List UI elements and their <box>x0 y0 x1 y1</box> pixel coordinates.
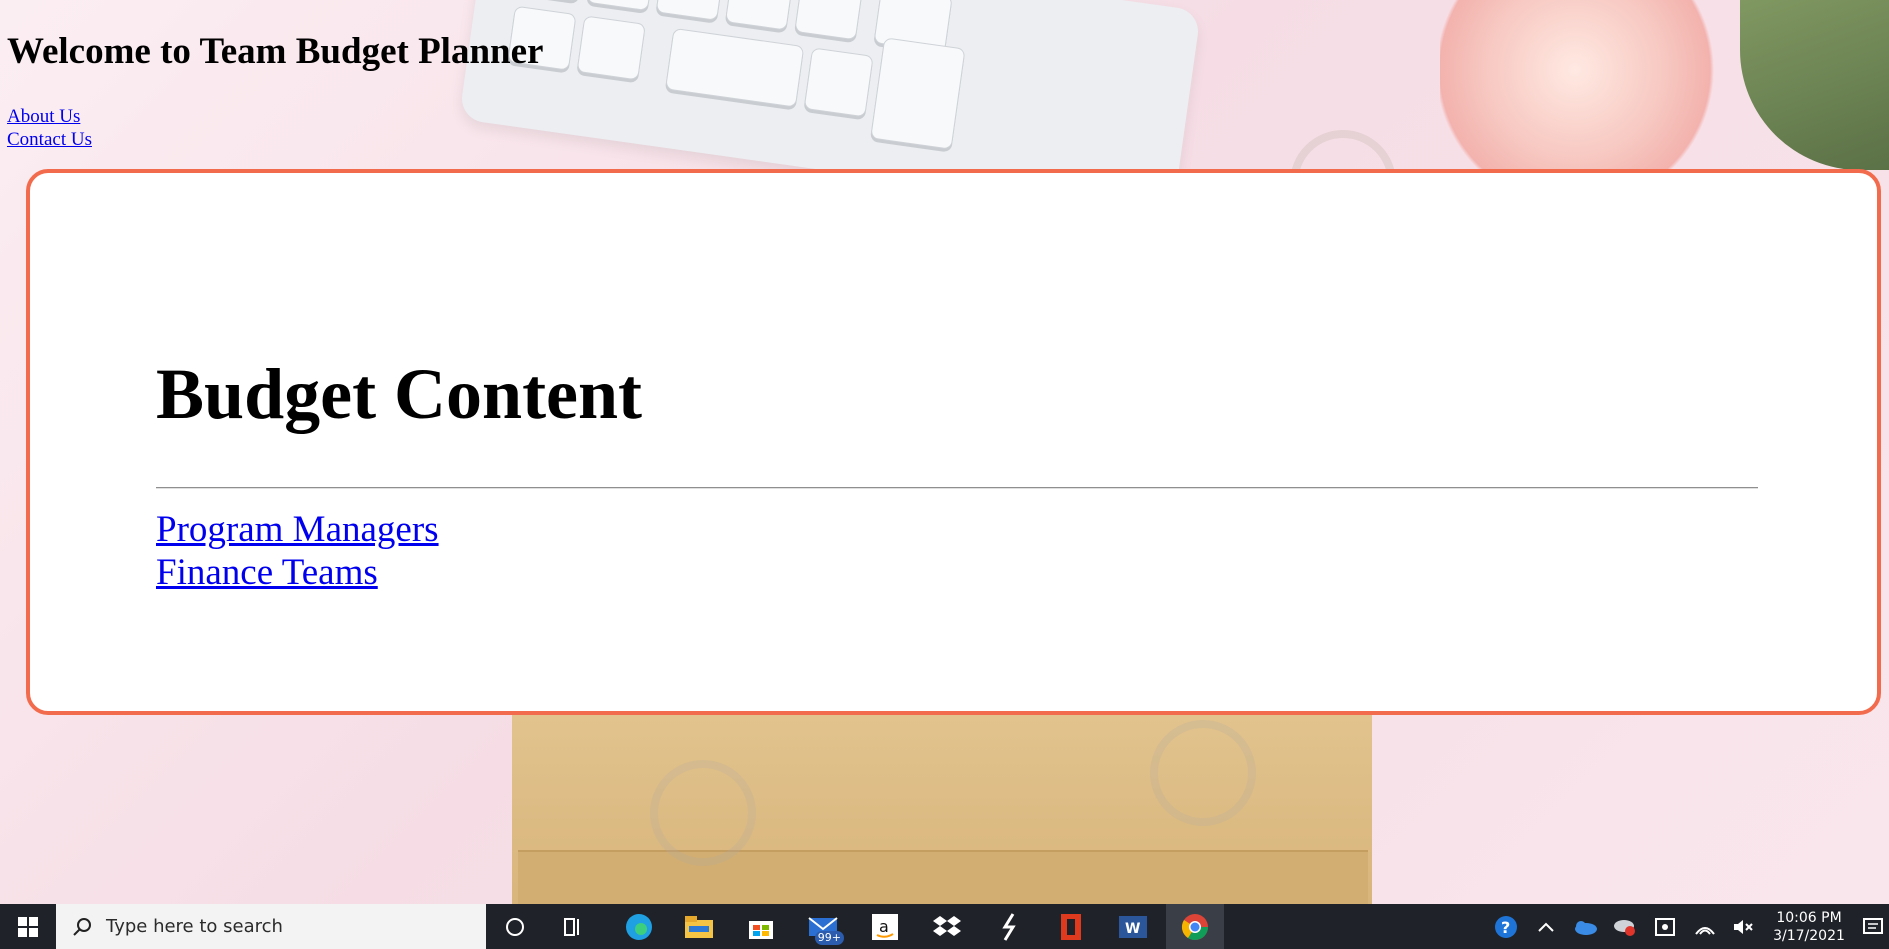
help-icon[interactable]: ? <box>1490 904 1522 949</box>
onedrive-icon[interactable] <box>1568 904 1602 949</box>
chevron-up-icon[interactable] <box>1530 904 1562 949</box>
taskbar-search[interactable]: Type here to search <box>56 904 486 949</box>
search-icon <box>73 917 91 936</box>
dropbox-icon[interactable] <box>918 904 976 949</box>
finance-teams-link[interactable]: Finance Teams <box>156 551 439 594</box>
wifi-icon[interactable] <box>1688 904 1722 949</box>
volume-muted-icon[interactable] <box>1726 904 1760 949</box>
cortana-icon[interactable] <box>486 904 544 949</box>
leaves-image <box>1740 0 1889 170</box>
taskbar-clock[interactable]: 10:06 PM 3/17/2021 <box>1764 904 1854 949</box>
file-explorer-icon[interactable] <box>670 904 728 949</box>
edge-icon[interactable] <box>610 904 668 949</box>
budget-content-card: Budget Content Program Managers Finance … <box>26 169 1881 715</box>
search-placeholder: Type here to search <box>106 916 283 937</box>
svg-text:?: ? <box>1501 918 1510 937</box>
about-us-link[interactable]: About Us <box>7 105 92 128</box>
notifications-icon[interactable] <box>1856 904 1889 949</box>
flower-image <box>1440 0 1740 170</box>
amazon-icon[interactable]: a <box>856 904 914 949</box>
mail-badge: 99+ <box>814 931 844 945</box>
contact-us-link[interactable]: Contact Us <box>7 128 92 151</box>
onedrive-error-icon[interactable] <box>1608 904 1642 949</box>
program-managers-link[interactable]: Program Managers <box>156 508 439 551</box>
system-tray-icon[interactable] <box>1648 904 1682 949</box>
store-icon[interactable] <box>732 904 790 949</box>
clock-time: 10:06 PM <box>1776 909 1842 926</box>
office-icon[interactable] <box>1042 904 1100 949</box>
page-title: Welcome to Team Budget Planner <box>7 31 544 72</box>
watermark-logo <box>650 760 756 866</box>
windows-taskbar: Type here to search 99+ a W ? 10:06 PM 3… <box>0 904 1889 949</box>
chrome-icon[interactable] <box>1166 904 1224 949</box>
watermark-logo <box>1150 720 1256 826</box>
top-nav: About Us Contact Us <box>7 105 92 151</box>
card-links: Program Managers Finance Teams <box>156 508 439 594</box>
app-icon[interactable] <box>980 904 1038 949</box>
clock-date: 3/17/2021 <box>1773 927 1845 944</box>
start-button[interactable] <box>0 904 56 949</box>
word-icon[interactable]: W <box>1104 904 1162 949</box>
task-view-icon[interactable] <box>544 904 602 949</box>
windows-logo-icon <box>18 916 38 937</box>
svg-text:W: W <box>1125 921 1140 937</box>
card-heading: Budget Content <box>156 354 643 434</box>
mail-icon[interactable]: 99+ <box>794 904 852 949</box>
svg-text:a: a <box>879 917 889 936</box>
divider <box>156 487 1758 489</box>
